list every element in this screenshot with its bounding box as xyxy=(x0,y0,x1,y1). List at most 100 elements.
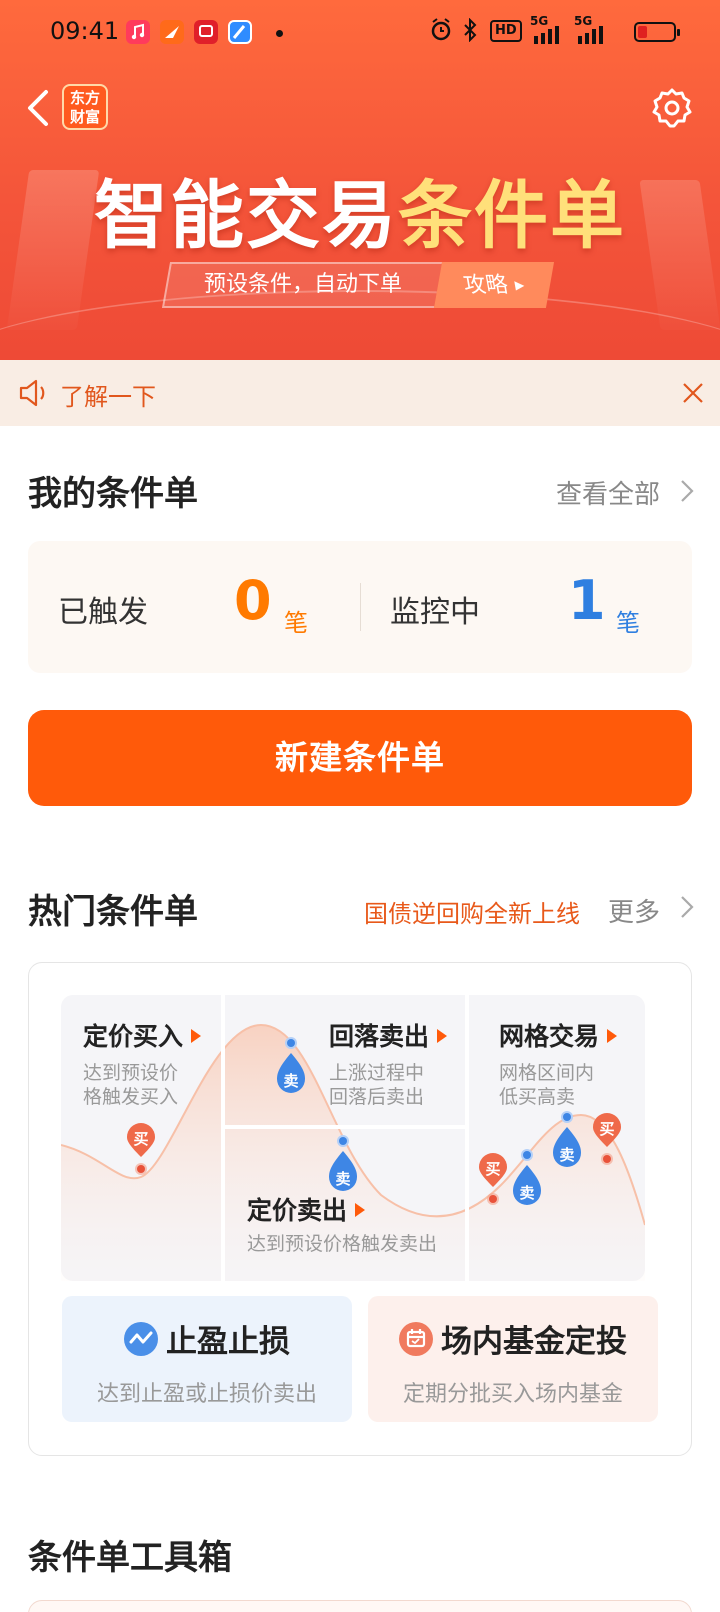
new-order-button[interactable]: 新建条件单 xyxy=(28,710,692,806)
subtitle-bar: 预设条件，自动下单 攻略 ▶ xyxy=(161,262,556,308)
buy-marker-icon: 买 xyxy=(127,1123,155,1175)
my-orders-title: 我的条件单 xyxy=(28,474,198,514)
panel-title-text: 定价卖出 xyxy=(247,1196,348,1225)
subtitle-text: 预设条件，自动下单 xyxy=(203,272,402,297)
wave-icon xyxy=(124,1322,158,1356)
buy-marker-icon: 买 xyxy=(593,1113,621,1165)
logo-text-line2: 财富 xyxy=(69,108,100,126)
panel-divider xyxy=(465,995,469,1281)
marker-label: 卖 xyxy=(519,1184,534,1202)
page-title: 智能交易条件单 xyxy=(0,156,720,263)
arrow-right-icon xyxy=(437,1029,448,1043)
fund-investment-card[interactable]: 场内基金定投 定期分批买入场内基金 xyxy=(368,1296,658,1422)
monitoring-label: 监控中 xyxy=(390,595,480,630)
status-bar: 09:41 HD 5G 5G xyxy=(0,0,720,64)
toolbox-title: 条件单工具箱 xyxy=(28,1538,232,1578)
panel-desc-grid-trading: 网格区间内 低买高卖 xyxy=(499,1061,594,1109)
mini-card-desc: 达到止盈或止损价卖出 xyxy=(96,1382,317,1407)
triggered-label: 已触发 xyxy=(58,595,148,630)
marker-label: 卖 xyxy=(335,1170,350,1188)
triggered-count: 0 xyxy=(234,569,272,632)
panel-title-text: 定价买入 xyxy=(83,1022,184,1051)
hd-badge: HD xyxy=(490,20,522,42)
marker-label: 买 xyxy=(485,1160,500,1178)
stats-divider xyxy=(360,583,361,631)
panel-desc-fixed-buy: 达到预设价 格触发买入 xyxy=(83,1061,178,1109)
panel-title-fixed-sell[interactable]: 定价卖出 xyxy=(247,1191,366,1227)
desc-line: 低买高卖 xyxy=(499,1086,576,1108)
browser-app-icon xyxy=(228,20,252,44)
battery-icon xyxy=(634,22,680,42)
panel-title-grid-trading[interactable]: 网格交易 xyxy=(499,1017,618,1053)
arrow-right-icon xyxy=(191,1029,202,1043)
desc-line: 回落后卖出 xyxy=(329,1086,425,1108)
chevron-right-icon[interactable] xyxy=(678,894,696,920)
marker-label: 卖 xyxy=(559,1146,574,1164)
close-icon[interactable] xyxy=(680,380,706,406)
sell-marker-icon: 卖 xyxy=(277,1037,305,1093)
panel-title-text: 回落卖出 xyxy=(329,1022,430,1051)
marker-label: 买 xyxy=(599,1120,614,1138)
mini-card-title: 止盈止损 xyxy=(62,1316,352,1361)
eastmoney-logo: 东方 财富 xyxy=(62,84,108,130)
stop-profit-loss-card[interactable]: 止盈止损 达到止盈或止损价卖出 xyxy=(62,1296,352,1422)
notification-dot xyxy=(276,30,283,37)
guide-button[interactable]: 攻略 ▶ xyxy=(433,262,555,308)
panel-title-fixed-buy[interactable]: 定价买入 xyxy=(83,1017,202,1053)
more-link[interactable]: 更多 xyxy=(608,892,660,929)
buy-marker-icon: 买 xyxy=(479,1153,507,1205)
bluetooth-icon xyxy=(462,17,478,46)
promo-link[interactable]: 国债逆回购全新上线 xyxy=(364,894,580,929)
calendar-icon xyxy=(399,1322,433,1356)
mini-card-title-text: 止盈止损 xyxy=(166,1324,290,1360)
monitoring-unit: 笔 xyxy=(616,609,640,637)
panel-desc-pullback-sell: 上涨过程中 回落后卖出 xyxy=(329,1061,424,1109)
mini-card-desc: 定期分批买入场内基金 xyxy=(402,1382,623,1407)
subtitle: 预设条件，自动下单 xyxy=(161,262,443,308)
notice-text[interactable]: 了解一下 xyxy=(60,377,156,412)
panel-divider xyxy=(225,1125,465,1129)
view-all-link[interactable]: 查看全部 xyxy=(556,474,660,511)
sell-marker-icon: 卖 xyxy=(553,1111,581,1167)
notice-bar[interactable]: 了解一下 xyxy=(0,360,720,426)
panel-divider xyxy=(221,995,225,1281)
mini-card-title-text: 场内基金定投 xyxy=(441,1324,627,1360)
desc-line: 达到预设价 xyxy=(83,1062,179,1084)
hot-orders-title: 热门条件单 xyxy=(28,892,198,932)
mini-card-title: 场内基金定投 xyxy=(368,1316,658,1361)
monitoring-count: 1 xyxy=(568,569,606,632)
status-time: 09:41 xyxy=(50,17,120,45)
bank-app-icon xyxy=(194,20,218,44)
settings-gear-icon[interactable] xyxy=(650,86,694,130)
guide-label: 攻略 xyxy=(461,273,510,298)
desc-line: 上涨过程中 xyxy=(329,1062,425,1084)
toolbox-card[interactable] xyxy=(28,1600,692,1612)
panel-title-text: 网格交易 xyxy=(499,1022,600,1051)
music-app-icon xyxy=(126,20,150,44)
chevron-right-icon[interactable] xyxy=(678,478,696,504)
arrow-right-icon xyxy=(607,1029,618,1043)
signal-icon-2 xyxy=(578,26,604,48)
sell-marker-icon: 卖 xyxy=(513,1149,541,1205)
logo-text-line1: 东方 xyxy=(69,89,100,107)
title-gold: 条件单 xyxy=(398,173,626,259)
triggered-unit: 笔 xyxy=(284,609,308,637)
hd-label: HD xyxy=(495,23,517,38)
desc-line: 格触发买入 xyxy=(83,1086,179,1108)
desc-line: 网格区间内 xyxy=(499,1062,595,1084)
marker-label: 买 xyxy=(133,1130,148,1148)
speaker-icon xyxy=(18,378,52,408)
signal-icon-1 xyxy=(534,26,560,48)
marker-label: 卖 xyxy=(283,1072,298,1090)
play-triangle-icon: ▶ xyxy=(513,278,526,292)
back-button[interactable] xyxy=(22,86,56,130)
sell-marker-icon: 卖 xyxy=(329,1135,357,1191)
panel-title-pullback-sell[interactable]: 回落卖出 xyxy=(329,1017,448,1053)
alarm-icon xyxy=(430,18,452,46)
panel-desc-fixed-sell: 达到预设价格触发卖出 xyxy=(247,1233,438,1255)
flag-app-icon xyxy=(160,20,184,44)
arrow-right-icon xyxy=(355,1203,366,1217)
order-stats-card[interactable]: 已触发 0 笔 监控中 1 笔 xyxy=(28,541,692,673)
title-white: 智能交易 xyxy=(94,173,398,259)
header-banner: 09:41 HD 5G 5G 东方 财富 智能交易条件单 预设条件，自动下单 攻… xyxy=(0,0,720,360)
